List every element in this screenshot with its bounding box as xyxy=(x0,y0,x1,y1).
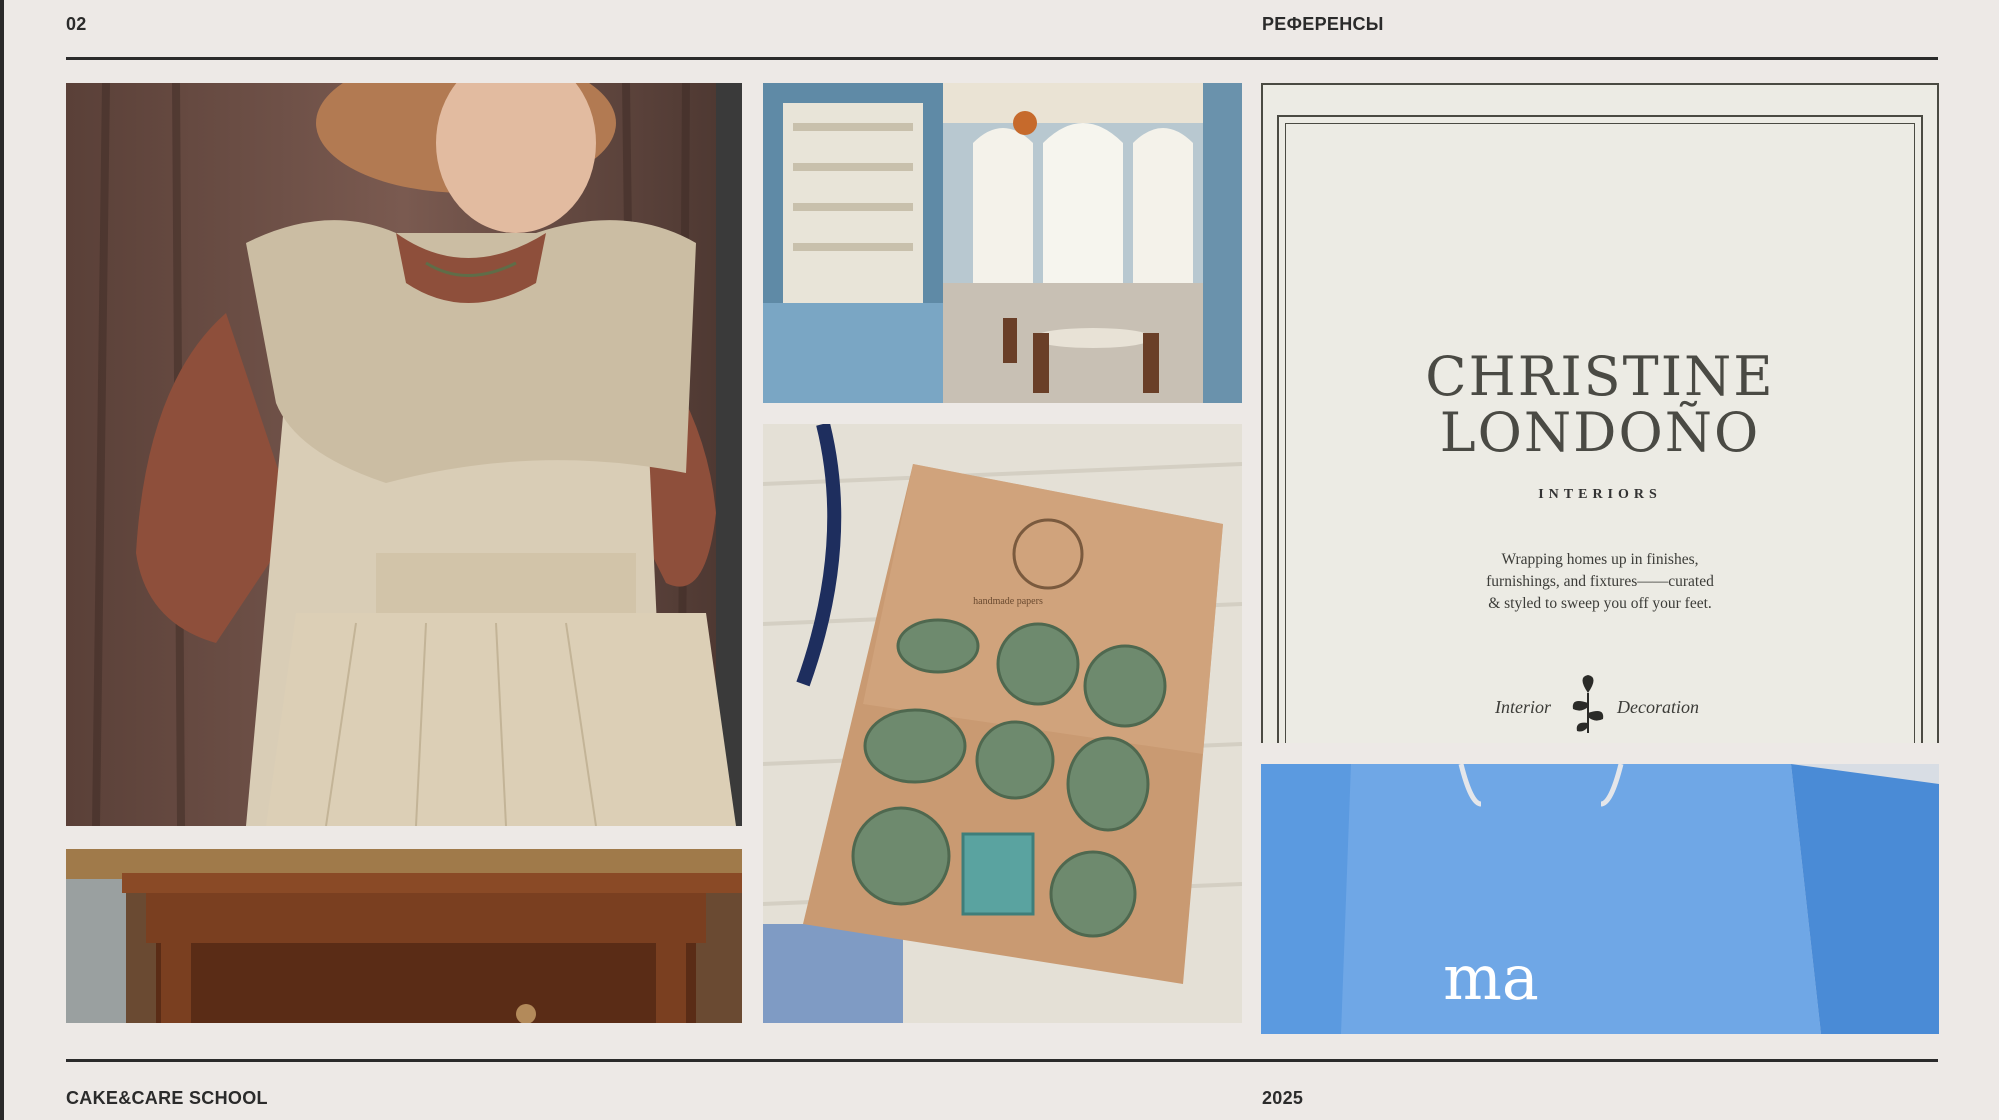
blue-shopping-bag-photo: ma xyxy=(1261,764,1939,1034)
brand-tagline: Wrapping homes up in finishes, furnishin… xyxy=(1261,549,1939,615)
bag-logo-text: ma xyxy=(1443,941,1539,1014)
section-title: РЕФЕРЕНСЫ xyxy=(1262,14,1384,34)
wooden-cabinet-photo xyxy=(66,849,742,1023)
christine-londono-card: CHRISTINE LONDOÑO INTERIORS Wrapping hom… xyxy=(1261,83,1939,743)
tagline-line: furnishings, and fixtures——curated xyxy=(1486,573,1714,590)
envelope-label: handmade papers xyxy=(973,596,1043,607)
tagline-line: & styled to sweep you off your feet. xyxy=(1488,595,1712,612)
brand-name-line-1: CHRISTINE xyxy=(1425,345,1775,408)
wax-seals-photo: handmade papers xyxy=(763,424,1242,1023)
brand-name-line-2: LONDOÑO xyxy=(1439,401,1761,464)
card-footer-right: Decoration xyxy=(1617,697,1699,717)
tagline-line: Wrapping homes up in finishes, xyxy=(1501,551,1699,568)
top-divider xyxy=(66,57,1938,60)
page-number: 02 xyxy=(66,14,87,34)
card-footer-left: Interior xyxy=(1495,697,1551,717)
brand-subtitle: INTERIORS xyxy=(1538,487,1662,502)
apron-dress-photo xyxy=(66,83,742,826)
cafe-interior-photo xyxy=(763,83,1242,403)
flower-icon xyxy=(1572,675,1604,733)
school-name: CAKE&CARE SCHOOL xyxy=(66,1088,268,1108)
footer-year: 2025 xyxy=(1262,1088,1304,1108)
bottom-divider xyxy=(66,1059,1938,1062)
left-edge-rule xyxy=(0,0,4,1120)
